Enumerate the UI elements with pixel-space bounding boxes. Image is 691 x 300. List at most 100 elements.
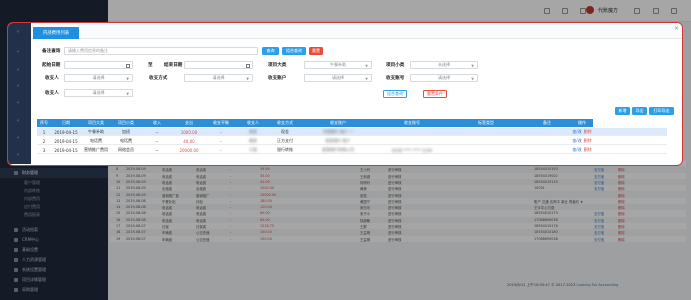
cell-person: 周某	[249, 129, 257, 134]
delete-link[interactable]: 删除	[584, 138, 592, 144]
cell-method: 正方支付	[277, 138, 293, 143]
table-row[interactable]: 3 2019-04-15 营销推广费用 网络会员 -- 20000.00 - 王某 银行转账 某某…	[37, 146, 667, 154]
fee-list-dialog: ‹ ‹ ‹ ‹ ‹ ‹ ‹ ‹ 内部费用列表 × 备注查询 请输入费用信息的备注…	[7, 22, 683, 166]
cell-expense: 1000.00	[180, 129, 198, 135]
column-header-category[interactable]: 项目大类	[81, 119, 111, 127]
cell-balance: -	[220, 129, 222, 135]
cell-no: 1	[42, 129, 46, 135]
subcategory-select[interactable]: 未选择 ▼	[410, 61, 478, 69]
chevron-left-icon[interactable]: ‹	[17, 29, 21, 35]
cell-ops: 查/改 删除	[571, 146, 593, 154]
close-icon[interactable]: ×	[674, 26, 680, 32]
column-header-date[interactable]: 日期	[51, 119, 81, 127]
category-select[interactable]: 午餐补助 ▼	[304, 61, 372, 69]
column-header-expense[interactable]: 支出	[173, 119, 205, 127]
cell-category: 营销推广费用	[84, 147, 108, 152]
column-header-income[interactable]: 收入	[141, 119, 173, 127]
chevron-left-icon[interactable]: ‹	[17, 83, 21, 89]
chevron-left-icon[interactable]: ‹	[17, 100, 21, 106]
account-label: 收支账户	[268, 76, 287, 81]
chevron-left-icon[interactable]: ‹	[17, 67, 21, 73]
table-row[interactable]: 2 2019-04-15 电话费 电话费 -- 40.00 - 黄某 正方支付 某某银行 账户 查/…	[37, 137, 667, 145]
cell-expense: 40.00	[183, 138, 195, 144]
payee-label: 收支人	[45, 76, 59, 81]
edit-link[interactable]: 查/改	[572, 129, 581, 135]
chevron-left-icon[interactable]: ‹	[17, 118, 21, 124]
payer-select[interactable]: 请选择 ▼	[64, 89, 133, 97]
search-label: 备注查询	[42, 49, 61, 54]
combo-query-button-2[interactable]: 组合查询	[383, 90, 407, 98]
cell-method: 现金	[281, 129, 289, 134]
end-date-label: 结束日期	[164, 63, 183, 68]
payer-label: 收支人	[45, 91, 59, 96]
category-label: 项目大类	[268, 63, 287, 68]
cell-account_no	[375, 137, 449, 145]
column-header-balance[interactable]: 收支平衡	[205, 119, 237, 127]
edit-link[interactable]: 查/改	[572, 147, 581, 153]
account-no-label: 收支账号	[386, 76, 405, 81]
column-header-account[interactable]: 收支账户	[301, 119, 375, 127]
column-header-note[interactable]: 备注	[523, 119, 571, 127]
chevron-down-icon: ▼	[471, 64, 474, 68]
cell-account_no	[375, 128, 449, 136]
cell-person: 王某	[249, 147, 257, 152]
cell-no: 3	[42, 147, 46, 153]
clear-conditions-button[interactable]: 重置条件	[423, 90, 447, 98]
cell-sub: 网络会员	[118, 147, 134, 152]
column-header-no[interactable]: 序号	[37, 119, 51, 127]
account-no-select[interactable]: 请选择 ▼	[410, 74, 478, 82]
cell-method: 银行转账	[277, 147, 293, 152]
cell-no: 2	[42, 138, 46, 144]
cell-account_no: 6228 **** **** 1234	[391, 147, 433, 153]
chevron-down-icon: ▼	[246, 77, 249, 81]
table-row[interactable]: 1 2019-04-15 午餐补助 加班 -- 1000.00 - 周某 现金 中国银行 账户 一…	[37, 128, 667, 136]
dialog-tab-bar: 内部费用列表	[31, 23, 682, 39]
column-header-account_no[interactable]: 收支账号	[375, 119, 449, 127]
cell-tag	[449, 137, 523, 145]
add-button[interactable]: 新增	[615, 107, 630, 115]
column-header-ops[interactable]: 操作	[571, 119, 593, 127]
reset-button[interactable]: 重置	[309, 47, 323, 55]
method-select[interactable]: 请选择 ▼	[184, 74, 253, 82]
to-label: 至	[148, 63, 153, 68]
chevron-left-icon[interactable]: ‹	[17, 152, 21, 158]
print-export-button[interactable]: 打印导出	[649, 107, 674, 115]
cell-tag	[449, 128, 523, 136]
cell-sub: 加班	[122, 129, 130, 134]
search-input[interactable]: 请输入费用信息的备注	[64, 47, 258, 55]
chevron-left-icon[interactable]: ‹	[17, 135, 21, 141]
chevron-down-icon: ▼	[126, 77, 129, 81]
combo-query-button[interactable]: 组合查询	[282, 47, 306, 55]
chevron-down-icon: ▼	[126, 92, 129, 96]
cell-note	[523, 137, 571, 145]
column-header-person[interactable]: 收支人	[237, 119, 269, 127]
delete-link[interactable]: 删除	[584, 147, 592, 153]
column-header-method[interactable]: 收支方式	[269, 119, 301, 127]
edit-link[interactable]: 查/改	[572, 138, 581, 144]
cell-expense: 20000.00	[179, 147, 199, 153]
chevron-left-icon[interactable]: ‹	[17, 49, 21, 55]
end-date-input[interactable]	[184, 61, 253, 69]
account-select[interactable]: 请选择 ▼	[304, 74, 372, 82]
cell-date: 2019-04-15	[54, 147, 78, 153]
delete-link[interactable]: 删除	[584, 129, 592, 135]
cell-account: 某某银行有限公司	[322, 147, 354, 152]
cell-income: --	[155, 147, 159, 153]
cell-ops: 查/改 删除	[571, 137, 593, 145]
column-header-tag[interactable]: 标签类型	[449, 119, 523, 127]
cell-income: --	[155, 138, 159, 144]
export-button[interactable]: 导出	[632, 107, 647, 115]
cell-date: 2019-04-15	[54, 129, 78, 135]
column-header-sub[interactable]: 项目小类	[111, 119, 141, 127]
tab-fee-list[interactable]: 内部费用列表	[33, 27, 79, 39]
chevron-down-icon: ▼	[471, 77, 474, 81]
cell-person: 黄某	[249, 138, 257, 143]
cell-category: 午餐补助	[88, 129, 104, 134]
cell-sub: 电话费	[120, 138, 132, 143]
query-button[interactable]: 查询	[262, 47, 279, 55]
cell-balance: -	[220, 147, 222, 153]
payee-select[interactable]: 请选择 ▼	[64, 74, 133, 82]
start-date-input[interactable]	[64, 61, 133, 69]
method-label: 收支方式	[149, 76, 168, 81]
cell-account: 中国银行 账户 一	[322, 129, 354, 134]
